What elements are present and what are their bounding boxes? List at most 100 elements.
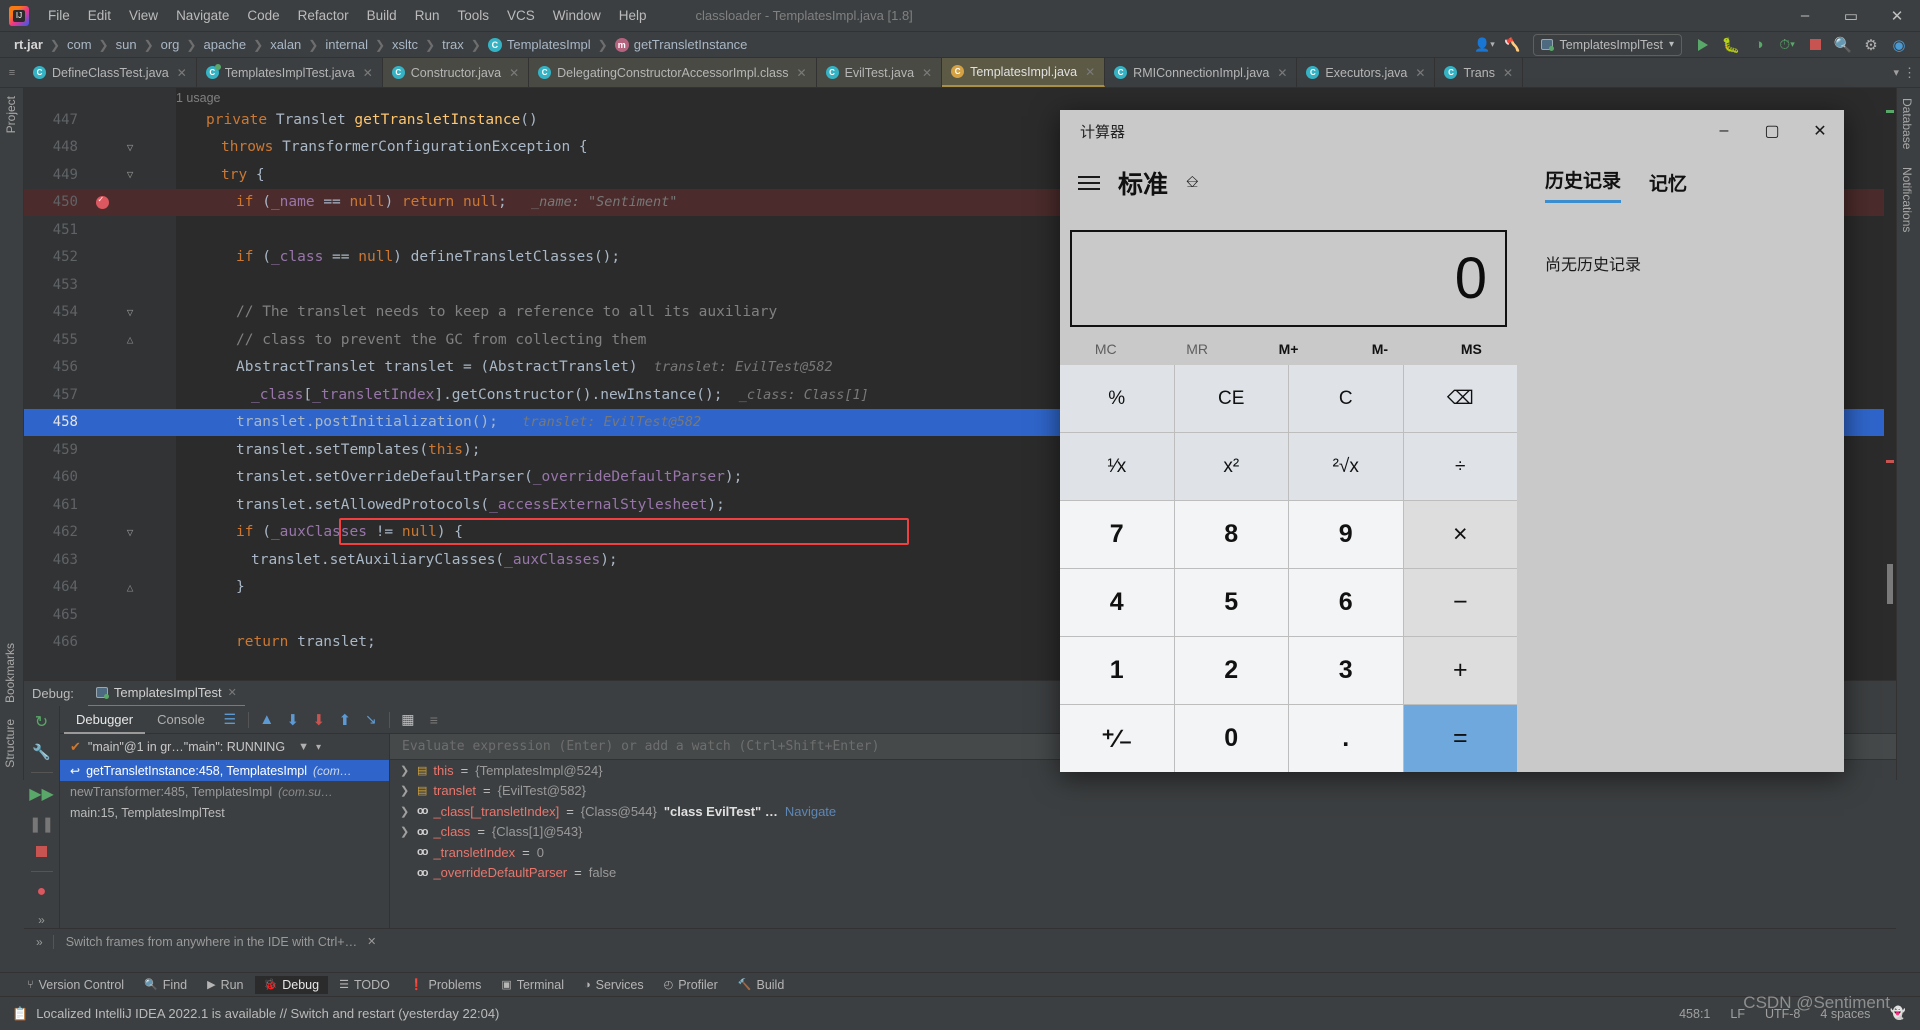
tool-window-button-profiler[interactable]: ◴ Profiler [655, 976, 727, 994]
ide-eye-icon[interactable]: ◉ [1886, 34, 1912, 56]
menu-item-tools[interactable]: Tools [448, 4, 498, 27]
breadcrumb-item-com[interactable]: com [67, 37, 92, 52]
calc-key-clear[interactable]: C [1289, 365, 1403, 432]
tool-window-button-debug[interactable]: 🐞 Debug [254, 975, 329, 994]
close-icon[interactable]: ✕ [1277, 66, 1287, 80]
memory-button-ms[interactable]: MS [1426, 341, 1517, 357]
editor-error-stripe[interactable] [1884, 88, 1896, 680]
calc-key-digit-2[interactable]: 2 [1174, 637, 1288, 704]
editor-tab-eviltest-java[interactable]: C EvilTest.java ✕ [816, 58, 943, 87]
menu-item-edit[interactable]: Edit [79, 4, 120, 27]
run-icon[interactable] [1690, 34, 1716, 56]
calc-key-digit-4[interactable]: 4 [1060, 569, 1174, 636]
menu-item-code[interactable]: Code [238, 4, 288, 27]
debug-tab-debugger[interactable]: Debugger [64, 706, 146, 734]
chevron-down-icon[interactable]: ▾ [1893, 66, 1899, 79]
editor-tab-constructor-java[interactable]: C Constructor.java ✕ [382, 58, 530, 87]
calc-key-square-root[interactable]: ²√x [1289, 433, 1403, 500]
sort-values-icon[interactable]: ≡ [421, 709, 447, 731]
thread-selector[interactable]: ✔ "main"@1 in gr…"main": RUNNING ▼ ▾ [60, 734, 389, 760]
tool-window-button-find[interactable]: 🔍 Find [135, 976, 196, 994]
variable-row[interactable]: ❯oo_overrideDefaultParser=false [390, 863, 1896, 884]
menu-item-build[interactable]: Build [358, 4, 406, 27]
breadcrumb-item-xalan[interactable]: xalan [270, 37, 301, 52]
run-to-cursor-icon[interactable]: ↘ [358, 709, 384, 731]
menu-item-vcs[interactable]: VCS [498, 4, 544, 27]
close-icon[interactable]: ✕ [922, 66, 932, 80]
more-options-icon[interactable]: ⋮ [1903, 65, 1916, 81]
chevron-right-icon[interactable]: ❯ [400, 805, 410, 818]
close-icon[interactable]: ✕ [1503, 66, 1513, 80]
stop-icon[interactable] [1802, 34, 1828, 56]
caret-position[interactable]: 458:1 [1679, 1007, 1710, 1021]
menu-item-file[interactable]: File [39, 4, 79, 27]
chevron-down-icon[interactable]: ▾ [316, 742, 321, 753]
stop-icon[interactable] [32, 844, 52, 860]
build-hammer-icon[interactable]: 🪓 [1499, 34, 1525, 56]
breadcrumb-item-xsltc[interactable]: xsltc [392, 37, 418, 52]
variable-row[interactable]: ❯ oo _class = {Class[1]@543} [390, 822, 1896, 843]
step-out-icon[interactable]: ⬆ [332, 709, 358, 731]
memory-button-mr[interactable]: MR [1151, 341, 1242, 357]
menu-item-view[interactable]: View [120, 4, 167, 27]
tool-window-button-build[interactable]: 🔨 Build [729, 976, 794, 994]
variable-row[interactable]: ❯oo_transletIndex=0 [390, 842, 1896, 863]
calc-key-digit-7[interactable]: 7 [1060, 501, 1174, 568]
usage-inlay-hint[interactable]: 1 usage [176, 91, 220, 105]
breadcrumb-item-internal[interactable]: internal [325, 37, 368, 52]
pause-program-icon[interactable]: ❚❚ [29, 815, 54, 833]
minimize-icon[interactable]: – [1700, 110, 1748, 152]
filter-icon[interactable]: ▼ [298, 741, 309, 753]
stack-frame-row[interactable]: main:15, TemplatesImplTest [60, 802, 389, 823]
maximize-icon[interactable]: ▭ [1828, 0, 1874, 32]
tool-window-button-todo[interactable]: ☰ TODO [330, 976, 399, 994]
calc-key-multiply[interactable]: × [1403, 501, 1517, 568]
editor-tab-delegatingconstructoraccessorimpl-class[interactable]: C DelegatingConstructorAccessorImpl.class… [529, 58, 817, 87]
profiler-icon[interactable]: ⏱ ▾ [1774, 34, 1800, 56]
breadcrumb-item-gettransletinstance[interactable]: m getTransletInstance [614, 37, 747, 52]
search-everywhere-icon[interactable]: 🔍 [1830, 34, 1856, 56]
calc-key-backspace[interactable]: ⌫ [1403, 365, 1517, 432]
fold-marker[interactable]: ▽ [116, 306, 144, 319]
calc-key-digit-6[interactable]: 6 [1289, 569, 1403, 636]
fold-marker[interactable]: △ [116, 333, 144, 346]
fold-marker[interactable]: ▽ [116, 526, 144, 539]
notification-icon[interactable]: 📋 [12, 1006, 28, 1022]
tool-window-bookmarks[interactable]: Bookmarks [3, 637, 17, 709]
stack-frame-row[interactable]: newTransformer:485, TemplatesImpl (com.su… [60, 781, 389, 802]
breadcrumb-item-apache[interactable]: apache [203, 37, 246, 52]
memory-button-mc[interactable]: MC [1060, 341, 1151, 357]
close-icon[interactable]: ✕ [509, 66, 519, 80]
step-over-icon[interactable]: ⬇ [280, 709, 306, 731]
tool-window-button-services[interactable]: ◑ Services [575, 976, 653, 994]
debug-tab-console[interactable]: Console [145, 706, 217, 734]
chevron-right-icon[interactable]: ❯ [400, 764, 410, 777]
breakpoint-icon[interactable] [95, 195, 109, 209]
fold-marker[interactable]: ▽ [116, 141, 144, 154]
debug-session-tab[interactable]: TemplatesImplTest ✕ [87, 681, 245, 707]
editor-tab-templatesimpltest-java[interactable]: C TemplatesImplTest.java ✕ [197, 58, 383, 87]
history-tab-memory[interactable]: 记忆 [1649, 169, 1687, 203]
breadcrumb-item-templatesimpl[interactable]: C TemplatesImpl [487, 37, 591, 52]
editor-tab-templatesimpl-java[interactable]: C TemplatesImpl.java ✕ [942, 58, 1106, 87]
run-with-coverage-icon[interactable]: ◑ [1746, 34, 1772, 56]
close-icon[interactable]: ✕ [1796, 110, 1844, 152]
calc-key-divide[interactable]: ÷ [1403, 433, 1517, 500]
gutter-marker[interactable] [88, 195, 116, 209]
menu-item-refactor[interactable]: Refactor [289, 4, 358, 27]
show-execution-point-icon[interactable]: ▲ [254, 709, 280, 731]
calc-key-clear-entry[interactable]: CE [1174, 365, 1288, 432]
close-icon[interactable]: ✕ [228, 686, 237, 699]
variable-row[interactable]: ❯ oo _class[_transletIndex] = {Class@544} "cl… [390, 801, 1896, 822]
calc-key-digit-8[interactable]: 8 [1174, 501, 1288, 568]
layout-settings-icon[interactable]: ☰ [217, 709, 243, 731]
calc-key-square[interactable]: x² [1174, 433, 1288, 500]
edit-configuration-icon[interactable]: 🔧 [32, 743, 52, 761]
step-into-icon[interactable]: ⬇ [306, 709, 332, 731]
inspections-icon[interactable]: 👻 [1890, 1006, 1906, 1021]
memory-button-mminus[interactable]: M- [1334, 341, 1425, 357]
editor-tab-trans[interactable]: C Trans ✕ [1435, 58, 1524, 87]
editor-tab-rmiconnectionimpl-java[interactable]: C RMIConnectionImpl.java ✕ [1105, 58, 1298, 87]
close-icon[interactable]: ✕ [1874, 0, 1920, 32]
close-icon[interactable]: ✕ [177, 66, 187, 80]
